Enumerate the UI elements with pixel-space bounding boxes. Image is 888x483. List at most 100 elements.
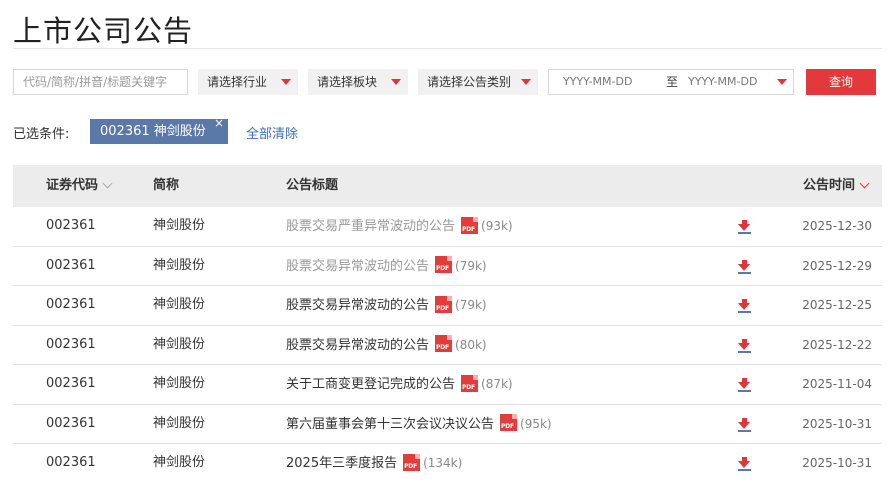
title-divider [13,48,882,49]
board-select[interactable]: 请选择板块 [308,69,408,95]
category-select-label: 请选择公告类别 [427,75,512,89]
row-code: 002361 [46,376,96,391]
table-row: 002361 神剑股份 2025年三季度报告 PDF (134k) 2025-10-31 [13,444,882,483]
row-title-cell: 股票交易异常波动的公告 PDF (80k) [286,326,487,365]
pdf-icon[interactable]: PDF [500,414,518,431]
file-size: (79k) [455,298,487,312]
pdf-icon[interactable]: PDF [435,256,453,273]
row-title-cell: 股票交易严重异常波动的公告 PDF (93k) [286,207,513,246]
row-code: 002361 [46,415,96,431]
download-icon[interactable] [738,417,751,432]
download-icon[interactable] [738,299,751,313]
caret-down-icon[interactable] [777,79,787,85]
board-select-label: 请选择板块 [317,75,378,89]
announcement-title-link[interactable]: 第六届董事会第十三次会议决议公告 [286,417,494,432]
file-size: (95k) [520,416,552,431]
industry-select[interactable]: 请选择行业 [198,69,298,95]
pdf-icon[interactable]: PDF [435,335,453,352]
date-to-label: 至 [666,75,679,89]
download-icon[interactable] [738,378,751,392]
row-code: 002361 [46,218,96,233]
row-code: 002361 [46,336,96,352]
pdf-icon-label: PDF [462,225,475,233]
pdf-icon-label: PDF [462,383,475,391]
row-date: 2025-12-30 [802,219,872,233]
row-name[interactable]: 神剑股份 [153,405,205,443]
table-row: 002361 神剑股份 股票交易异常波动的公告 PDF (79k) 2025-12-25 [13,286,882,326]
table-row: 002361 神剑股份 股票交易异常波动的公告 PDF (79k) 2025-12-29 [13,247,882,286]
sort-chevron-icon [102,178,113,189]
sort-chevron-icon [859,178,870,189]
download-icon[interactable] [738,220,751,234]
column-time-label: 公告时间 [802,178,855,193]
row-date: 2025-10-31 [802,416,872,431]
row-code: 002361 [46,257,96,273]
table-row: 002361 神剑股份 股票交易异常波动的公告 PDF (80k) 2025-12-22 [13,326,882,365]
download-icon[interactable] [738,259,751,274]
pdf-icon-label: PDF [404,462,417,470]
pdf-icon-label: PDF [436,344,449,351]
table-header: 证券代码 简称 公告标题 公告时间 [13,165,882,207]
row-code: 002361 [46,455,96,470]
row-name[interactable]: 神剑股份 [153,444,205,482]
pdf-icon-label: PDF [436,265,449,272]
row-name[interactable]: 神剑股份 [153,286,205,324]
table-body: 002361 神剑股份 股票交易严重异常波动的公告 PDF (93k) 2025-12-3… [13,207,882,483]
announcement-title-link[interactable]: 2025年三季度报告 [286,456,397,471]
industry-select-label: 请选择行业 [207,75,268,89]
row-name[interactable]: 神剑股份 [153,207,205,245]
row-title-cell: 2025年三季度报告 PDF (134k) [286,444,462,483]
row-name[interactable]: 神剑股份 [153,326,205,364]
date-to-input[interactable]: YYYY-MM-DD [688,70,757,94]
row-title-cell: 股票交易异常波动的公告 PDF (79k) [286,286,487,325]
caret-down-icon [521,79,531,85]
date-range-picker[interactable]: YYYY-MM-DD 至 YYYY-MM-DD [548,69,794,95]
pdf-icon[interactable]: PDF [461,374,479,392]
download-icon[interactable] [738,338,751,353]
announcement-title-link[interactable]: 股票交易异常波动的公告 [286,298,429,313]
announcement-title-link[interactable]: 股票交易异常波动的公告 [286,259,429,274]
row-title-cell: 关于工商变更登记完成的公告 PDF (87k) [286,365,513,404]
conditions-label: 已选条件: [13,127,70,142]
condition-tag: 002361 神剑股份 × [90,116,228,144]
file-size: (93k) [481,219,513,233]
column-name: 简称 [153,165,179,207]
announcement-title-link[interactable]: 关于工商变更登记完成的公告 [286,377,455,392]
file-size: (87k) [481,377,513,391]
page-title: 上市公司公告 [13,14,194,48]
caret-down-icon [281,79,291,85]
row-date: 2025-12-25 [802,298,872,312]
row-name[interactable]: 神剑股份 [153,365,205,403]
column-code-label: 证券代码 [46,178,99,193]
file-size: (134k) [423,456,463,470]
announcement-title-link[interactable]: 股票交易严重异常波动的公告 [286,219,455,234]
query-button[interactable]: 查询 [806,69,876,95]
announcement-table: 证券代码 简称 公告标题 公告时间 002361 神剑股份 股票交易严重异常波动的公… [13,165,882,483]
row-date: 2025-12-29 [802,258,872,273]
download-icon[interactable] [738,457,751,471]
pdf-icon[interactable]: PDF [403,453,421,471]
close-icon[interactable]: × [214,113,224,133]
pdf-icon-label: PDF [501,423,514,430]
column-code[interactable]: 证券代码 [46,165,113,207]
column-time[interactable]: 公告时间 [802,165,870,207]
condition-tag-label: 002361 神剑股份 [100,124,206,139]
table-row: 002361 神剑股份 关于工商变更登记完成的公告 PDF (87k) 2025-11-0… [13,365,882,405]
clear-all-link[interactable]: 全部清除 [246,123,298,142]
pdf-icon[interactable]: PDF [461,216,479,234]
column-title-label: 公告标题 [286,178,339,193]
announcement-title-link[interactable]: 股票交易异常波动的公告 [286,338,429,353]
row-name[interactable]: 神剑股份 [153,247,205,285]
caret-down-icon [391,79,401,85]
file-size: (80k) [455,337,487,352]
column-name-label: 简称 [153,178,180,193]
column-title: 公告标题 [286,165,338,207]
pdf-icon[interactable]: PDF [435,295,453,313]
table-row: 002361 神剑股份 股票交易严重异常波动的公告 PDF (93k) 2025-12-3… [13,207,882,247]
file-size: (79k) [455,258,487,273]
row-code: 002361 [46,297,96,312]
row-title-cell: 股票交易异常波动的公告 PDF (79k) [286,247,487,286]
search-input[interactable] [13,69,188,95]
date-from-input[interactable]: YYYY-MM-DD [563,70,632,94]
category-select[interactable]: 请选择公告类别 [418,69,538,95]
